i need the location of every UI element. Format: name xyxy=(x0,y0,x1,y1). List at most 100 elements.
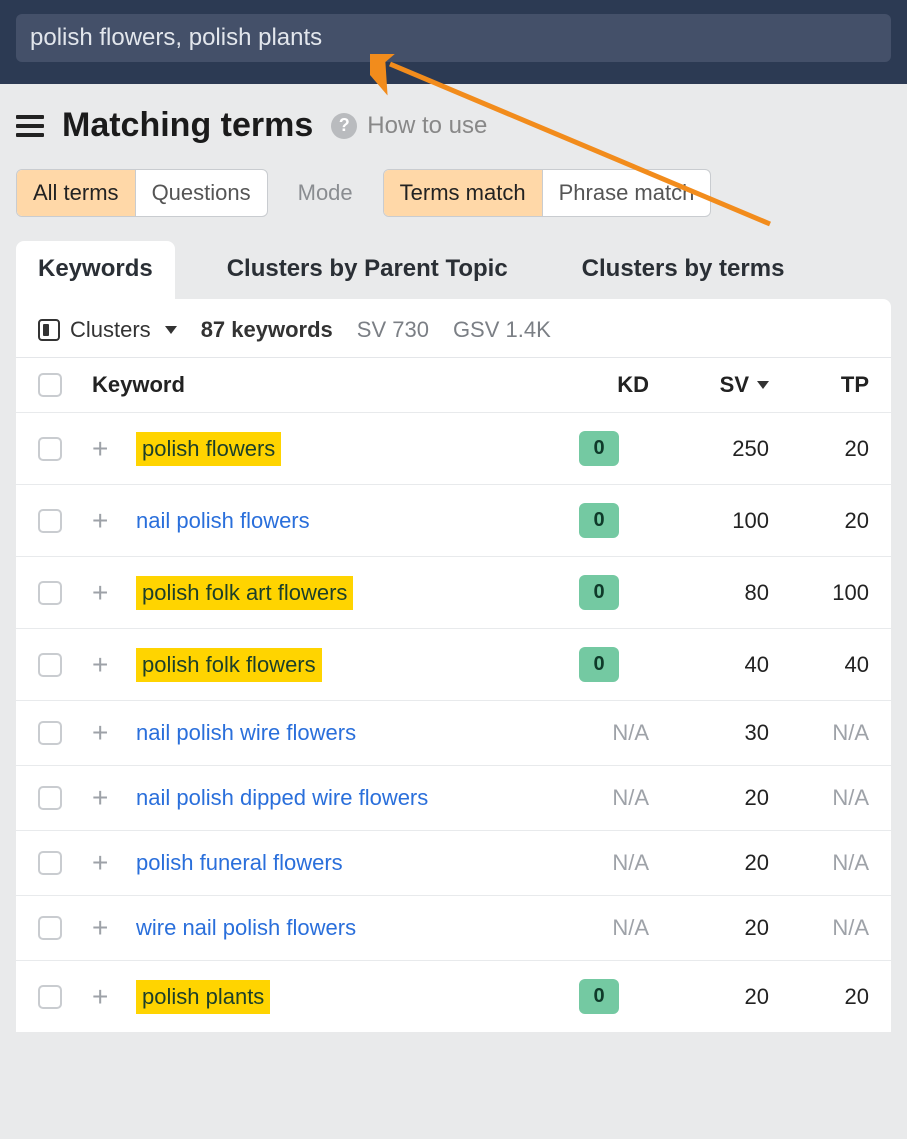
tp-na: N/A xyxy=(832,720,869,745)
kd-badge: 0 xyxy=(579,979,618,1014)
clusters-dropdown[interactable]: Clusters xyxy=(38,317,177,343)
tp-value: 20 xyxy=(769,508,869,534)
tab-keywords[interactable]: Keywords xyxy=(16,241,175,299)
top-bar: polish flowers, polish plants xyxy=(0,0,907,84)
tab-clusters-terms[interactable]: Clusters by terms xyxy=(560,241,807,299)
keyword-link[interactable]: polish folk art flowers xyxy=(136,576,353,610)
how-to-use-link[interactable]: ? How to use xyxy=(331,112,487,140)
keyword-link[interactable]: nail polish dipped wire flowers xyxy=(136,785,428,810)
expand-row-button[interactable]: + xyxy=(92,914,136,942)
col-keyword[interactable]: Keyword xyxy=(92,372,549,398)
help-label: How to use xyxy=(367,112,487,140)
tp-value: 20 xyxy=(769,436,869,462)
expand-row-button[interactable]: + xyxy=(92,651,136,679)
sv-value: 20 xyxy=(649,984,769,1010)
keyword-link[interactable]: nail polish flowers xyxy=(136,508,310,533)
row-checkbox[interactable] xyxy=(38,653,62,677)
expand-row-button[interactable]: + xyxy=(92,579,136,607)
tp-value: 20 xyxy=(769,984,869,1010)
table-header: Keyword KD SV TP xyxy=(16,357,891,412)
search-input[interactable]: polish flowers, polish plants xyxy=(16,14,891,62)
tp-value: 100 xyxy=(769,580,869,606)
results-panel: Clusters 87 keywords SV 730 GSV 1.4K Key… xyxy=(16,299,891,1032)
expand-row-button[interactable]: + xyxy=(92,435,136,463)
sv-value: 100 xyxy=(649,508,769,534)
select-all-checkbox[interactable] xyxy=(38,373,62,397)
tabs: Keywords Clusters by Parent Topic Cluste… xyxy=(16,241,891,299)
expand-row-button[interactable]: + xyxy=(92,784,136,812)
sv-value: 20 xyxy=(649,850,769,876)
expand-row-button[interactable]: + xyxy=(92,983,136,1011)
row-checkbox[interactable] xyxy=(38,721,62,745)
kd-na: N/A xyxy=(612,915,649,940)
keyword-link[interactable]: polish funeral flowers xyxy=(136,850,343,875)
kd-na: N/A xyxy=(612,720,649,745)
clusters-label: Clusters xyxy=(70,317,151,343)
table-row: +wire nail polish flowersN/A20N/A xyxy=(16,895,891,960)
keyword-link[interactable]: nail polish wire flowers xyxy=(136,720,356,745)
sv-total: SV 730 xyxy=(357,317,429,343)
kd-badge: 0 xyxy=(579,647,618,682)
expand-row-button[interactable]: + xyxy=(92,849,136,877)
col-sv-label: SV xyxy=(720,372,749,398)
table-row: +polish folk flowers04040 xyxy=(16,628,891,700)
col-tp[interactable]: TP xyxy=(769,372,869,398)
match-filter: Terms match Phrase match xyxy=(383,169,712,217)
kd-badge: 0 xyxy=(579,575,618,610)
filter-all-terms[interactable]: All terms xyxy=(17,170,135,216)
row-checkbox[interactable] xyxy=(38,916,62,940)
mode-label: Mode xyxy=(298,180,353,206)
keyword-link[interactable]: wire nail polish flowers xyxy=(136,915,356,940)
page-body: Matching terms ? How to use All terms Qu… xyxy=(0,84,907,1032)
page-heading: Matching terms ? How to use xyxy=(16,106,891,145)
keyword-link[interactable]: polish folk flowers xyxy=(136,648,322,682)
clusters-icon xyxy=(38,319,60,341)
table-row: +nail polish wire flowersN/A30N/A xyxy=(16,700,891,765)
summary-bar: Clusters 87 keywords SV 730 GSV 1.4K xyxy=(16,299,891,357)
sort-desc-icon xyxy=(757,381,769,389)
chevron-down-icon xyxy=(165,326,177,334)
annotation-arrow xyxy=(370,54,790,254)
table-row: +polish plants 0 2020 xyxy=(16,960,891,1032)
filters-row: All terms Questions Mode Terms match Phr… xyxy=(16,169,891,217)
menu-icon[interactable] xyxy=(16,115,44,137)
page-title: Matching terms xyxy=(62,106,313,145)
row-checkbox[interactable] xyxy=(38,509,62,533)
kd-na: N/A xyxy=(612,785,649,810)
sv-value: 20 xyxy=(649,915,769,941)
keywords-count: 87 keywords xyxy=(201,317,333,343)
col-kd[interactable]: KD xyxy=(549,372,649,398)
help-icon: ? xyxy=(331,113,357,139)
filter-phrase-match[interactable]: Phrase match xyxy=(542,170,711,216)
tp-na: N/A xyxy=(832,850,869,875)
table-body: +polish flowers025020+nail polish flower… xyxy=(16,412,891,1032)
filter-questions[interactable]: Questions xyxy=(135,170,267,216)
sv-value: 30 xyxy=(649,720,769,746)
table-row: +polish flowers 0 25020 xyxy=(16,412,891,484)
sv-value: 80 xyxy=(649,580,769,606)
table-row: +nail polish flowers 0 10020 xyxy=(16,484,891,556)
table-row: +nail polish dipped wire flowersN/A20N/A xyxy=(16,765,891,830)
sv-value: 20 xyxy=(649,785,769,811)
keyword-link[interactable]: polish flowers xyxy=(136,432,281,466)
expand-row-button[interactable]: + xyxy=(92,719,136,747)
table-row: +polish funeral flowersN/A20N/A xyxy=(16,830,891,895)
kd-badge: 0 xyxy=(579,431,618,466)
row-checkbox[interactable] xyxy=(38,786,62,810)
gsv-total: GSV 1.4K xyxy=(453,317,551,343)
sv-value: 250 xyxy=(649,436,769,462)
row-checkbox[interactable] xyxy=(38,437,62,461)
filter-terms-match[interactable]: Terms match xyxy=(384,170,542,216)
expand-row-button[interactable]: + xyxy=(92,507,136,535)
row-checkbox[interactable] xyxy=(38,851,62,875)
kd-badge: 0 xyxy=(579,503,618,538)
tp-na: N/A xyxy=(832,915,869,940)
sv-value: 40 xyxy=(649,652,769,678)
tp-na: N/A xyxy=(832,785,869,810)
row-checkbox[interactable] xyxy=(38,581,62,605)
table-row: +polish folk art flowers 0 80100 xyxy=(16,556,891,628)
row-checkbox[interactable] xyxy=(38,985,62,1009)
col-sv[interactable]: SV xyxy=(649,372,769,398)
tab-clusters-parent[interactable]: Clusters by Parent Topic xyxy=(205,241,530,299)
keyword-link[interactable]: polish plants xyxy=(136,980,270,1014)
